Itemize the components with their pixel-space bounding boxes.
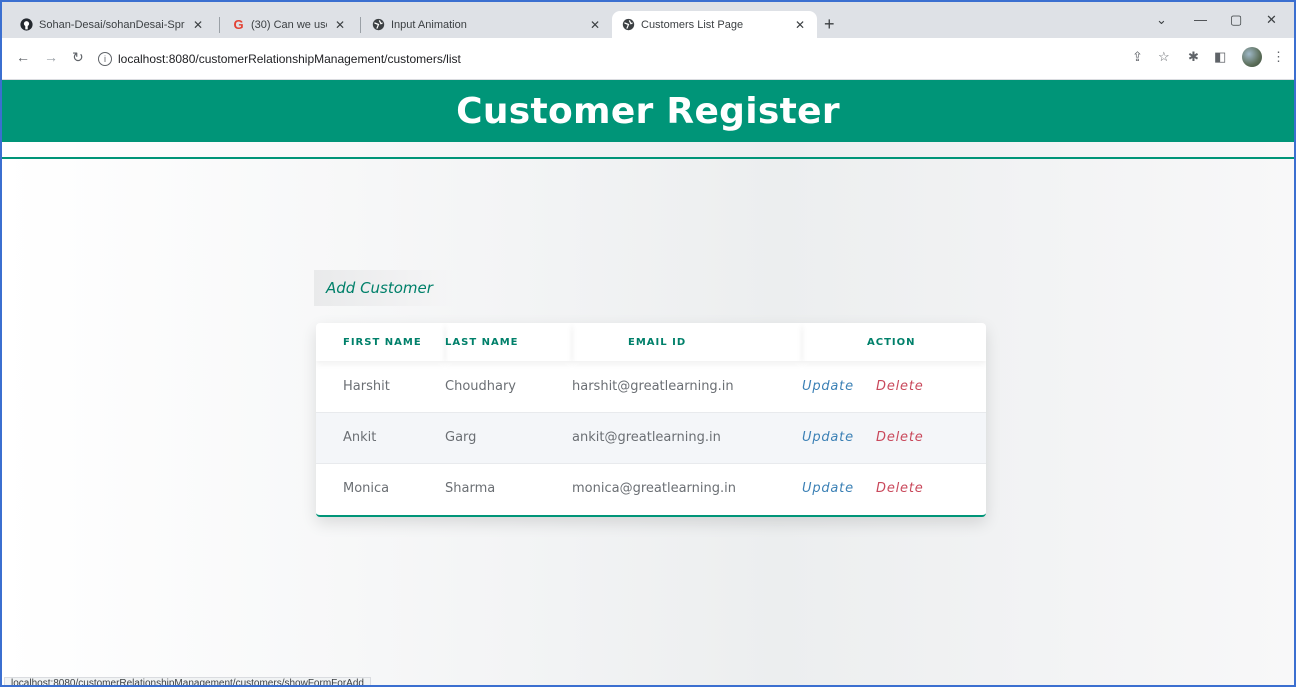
- header-last-name: LAST NAME: [445, 323, 572, 361]
- tab-strip: Sohan-Desai/sohanDesai-Spring ✕ G (30) C…: [2, 2, 1294, 38]
- update-link[interactable]: Update: [802, 430, 854, 445]
- globe-icon: [622, 18, 635, 31]
- back-icon[interactable]: ←: [16, 49, 30, 65]
- close-window-icon[interactable]: ✕: [1266, 12, 1277, 28]
- header-email: EMAIL ID: [572, 323, 802, 361]
- last-name-cell: Garg: [445, 411, 572, 463]
- github-icon: [20, 18, 33, 31]
- globe-icon: [372, 18, 385, 31]
- tab-title: Sohan-Desai/sohanDesai-Spring: [39, 18, 185, 31]
- email-cell: ankit@greatlearning.in: [572, 411, 802, 463]
- url-text: localhost:8080/customerRelationshipManag…: [118, 52, 461, 66]
- close-icon[interactable]: ✕: [793, 18, 807, 32]
- status-bar-url: localhost:8080/customerRelationshipManag…: [4, 677, 371, 685]
- reload-icon[interactable]: ↻: [72, 49, 84, 66]
- share-icon[interactable]: ⇪: [1132, 49, 1143, 65]
- page-content: Customer Register Add Customer FIRST NAM…: [2, 80, 1294, 685]
- tab-customers-list[interactable]: Customers List Page ✕: [612, 11, 817, 38]
- tab-search-icon[interactable]: ⌄: [1156, 12, 1167, 28]
- browser-window: Sohan-Desai/sohanDesai-Spring ✕ G (30) C…: [0, 0, 1296, 687]
- first-name-cell: Harshit: [343, 378, 390, 394]
- table-row: Ankit Garg ankit@greatlearning.in Update…: [316, 411, 986, 463]
- email-cell: monica@greatlearning.in: [572, 462, 802, 514]
- tab-title: Customers List Page: [641, 18, 744, 31]
- minimize-icon[interactable]: —: [1194, 12, 1207, 27]
- last-name-cell: Sharma: [445, 462, 572, 514]
- first-name-cell: Ankit: [316, 411, 445, 463]
- header-first-name: FIRST NAME: [316, 323, 445, 361]
- email-cell: harshit@greatlearning.in: [572, 378, 734, 394]
- address-bar[interactable]: i localhost:8080/customerRelationshipMan…: [98, 46, 1098, 72]
- site-info-icon[interactable]: i: [98, 52, 112, 66]
- customer-table: FIRST NAME LAST NAME EMAIL ID ACTION Har…: [316, 323, 986, 514]
- tab-stackoverflow[interactable]: G (30) Can we use CSS inside a JSP ✕: [222, 11, 357, 38]
- profile-avatar[interactable]: [1242, 47, 1262, 67]
- table-row: Monica Sharma monica@greatlearning.in Up…: [316, 462, 986, 514]
- first-name-cell: Monica: [316, 462, 445, 514]
- tab-input-animation[interactable]: Input Animation ✕: [362, 11, 612, 38]
- header-divider: [2, 157, 1294, 159]
- last-name-cell: Choudhary: [445, 378, 517, 394]
- g-icon: G: [233, 17, 244, 32]
- action-cell: Update Delete: [802, 411, 986, 463]
- tab-separator: [360, 17, 361, 33]
- new-tab-button[interactable]: +: [824, 14, 835, 35]
- delete-link[interactable]: Delete: [876, 481, 924, 496]
- close-icon[interactable]: ✕: [333, 18, 347, 32]
- restore-icon[interactable]: ▢: [1230, 12, 1242, 28]
- extensions-icon[interactable]: ✱: [1188, 49, 1199, 65]
- header-action: ACTION: [802, 323, 986, 361]
- close-icon[interactable]: ✕: [588, 18, 602, 32]
- action-cell: Update Delete: [802, 462, 986, 514]
- action-cell: Update Delete: [802, 361, 986, 412]
- header-banner: Customer Register: [2, 80, 1294, 142]
- menu-kebab-icon[interactable]: ⋮: [1272, 49, 1285, 65]
- tab-title: Input Animation: [391, 18, 467, 31]
- address-toolbar: ← → ↻ i localhost:8080/customerRelations…: [2, 38, 1294, 80]
- table-row: Harshit Choudhary harshit@greatlearning.…: [316, 361, 986, 412]
- forward-icon[interactable]: →: [44, 49, 58, 65]
- close-icon[interactable]: ✕: [191, 18, 205, 32]
- tab-separator: [219, 17, 220, 33]
- table-header-row: FIRST NAME LAST NAME EMAIL ID ACTION: [316, 323, 986, 361]
- side-panel-icon[interactable]: ◧: [1214, 49, 1226, 65]
- page-title: Customer Register: [456, 90, 840, 132]
- bookmark-star-icon[interactable]: ☆: [1158, 49, 1170, 65]
- delete-link[interactable]: Delete: [876, 430, 924, 445]
- delete-link[interactable]: Delete: [876, 379, 924, 394]
- tab-github[interactable]: Sohan-Desai/sohanDesai-Spring ✕: [10, 11, 215, 38]
- update-link[interactable]: Update: [802, 379, 854, 394]
- update-link[interactable]: Update: [802, 481, 854, 496]
- customer-table-card: FIRST NAME LAST NAME EMAIL ID ACTION Har…: [316, 323, 986, 517]
- add-customer-button[interactable]: Add Customer: [314, 270, 454, 306]
- tab-title: (30) Can we use CSS inside a JSP: [251, 18, 327, 31]
